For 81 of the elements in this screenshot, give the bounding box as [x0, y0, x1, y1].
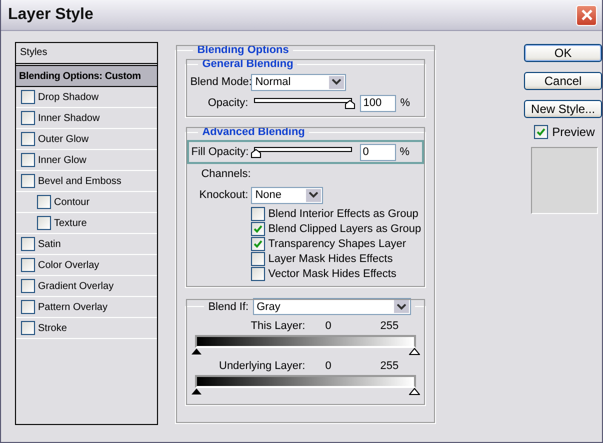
style-list-item[interactable]: Color Overlay — [38, 260, 100, 270]
style-list-item[interactable]: Blending Options: Custom — [16, 66, 158, 87]
slider-thumb[interactable] — [409, 348, 420, 355]
ramp-value: 0 — [325, 320, 332, 334]
dropdown-button[interactable] — [328, 74, 346, 90]
checkbox[interactable] — [251, 222, 266, 236]
group-title: General Blending — [201, 58, 294, 70]
checkbox[interactable] — [251, 252, 266, 266]
caret-icon — [309, 192, 318, 198]
group-title: Advanced Blending — [201, 126, 306, 138]
checkbox[interactable] — [21, 321, 35, 335]
style-list-item[interactable]: Inner Glow — [38, 154, 86, 166]
checkbox[interactable] — [21, 132, 35, 146]
style-list-item[interactable]: Contour — [54, 196, 90, 208]
checkbox[interactable] — [251, 236, 266, 250]
checkbox[interactable] — [21, 153, 35, 167]
ramp-value: 255 — [380, 320, 400, 334]
caret-icon — [332, 79, 342, 85]
style-list-item[interactable]: Pattern Overlay — [38, 302, 108, 312]
checkbox[interactable] — [21, 174, 35, 188]
checkbox[interactable] — [21, 237, 35, 251]
dropdown-button[interactable] — [392, 299, 410, 314]
checkbox[interactable] — [21, 279, 35, 293]
close-button[interactable] — [576, 4, 597, 26]
blend-if-dropdown[interactable]: Gray — [252, 298, 411, 315]
option-label: Vector Mask Hides Effects — [268, 268, 396, 280]
caret-icon — [396, 304, 406, 310]
dialog-button[interactable]: OK — [524, 44, 602, 62]
checkmark-icon — [253, 238, 264, 248]
field-label: Knockout: — [198, 189, 248, 201]
style-list-item[interactable]: Inner Shadow — [38, 112, 100, 124]
number-field[interactable]: 100 — [360, 94, 396, 112]
ramp-value: 0 — [325, 360, 332, 374]
dialog-button[interactable]: New Style... — [524, 100, 602, 118]
unit-label: % — [400, 97, 410, 109]
field-label: Blend Mode: — [190, 76, 248, 88]
group-title: Blending Options — [196, 44, 290, 56]
slider-thumb[interactable] — [250, 149, 261, 158]
close-icon — [580, 9, 592, 21]
preview-swatch — [531, 147, 598, 214]
field-label: Blend If: — [208, 300, 249, 312]
knockout-dropdown[interactable]: None — [251, 186, 324, 204]
checkbox[interactable] — [21, 90, 35, 104]
blend-mode-dropdown[interactable]: Normal — [251, 74, 346, 90]
slider-thumb[interactable] — [409, 388, 420, 395]
style-list-item[interactable]: Gradient Overlay — [38, 280, 114, 292]
number-field[interactable]: 0 — [360, 144, 396, 160]
checkbox[interactable] — [534, 125, 548, 139]
dropdown-button[interactable] — [305, 188, 322, 202]
style-list-item[interactable]: Outer Glow — [38, 134, 89, 144]
checkbox[interactable] — [21, 111, 35, 125]
dialog-button[interactable]: Cancel — [524, 72, 602, 90]
checkbox[interactable] — [251, 266, 266, 280]
checkbox[interactable] — [251, 206, 266, 220]
option-label: Blend Interior Effects as Group — [268, 208, 418, 220]
slider[interactable] — [251, 97, 356, 109]
style-list-item[interactable]: Satin — [38, 238, 61, 250]
unit-label: % — [400, 146, 410, 158]
field-label: Fill Opacity: — [191, 146, 249, 158]
style-list-item[interactable]: Bevel and Emboss — [38, 176, 122, 186]
style-list-item[interactable]: Drop Shadow — [38, 92, 99, 102]
style-list-item[interactable]: Stroke — [38, 322, 67, 334]
option-label: Transparency Shapes Layer — [268, 238, 406, 250]
slider-thumb[interactable] — [191, 348, 202, 355]
ramp-label: This Layer: — [250, 320, 306, 334]
checkbox[interactable] — [21, 258, 35, 272]
option-label: Blend Clipped Layers as Group — [268, 222, 422, 234]
style-list-item[interactable]: Texture — [54, 218, 87, 228]
option-label: Layer Mask Hides Effects — [268, 252, 393, 264]
checkmark-icon — [253, 224, 264, 234]
window-title: Layer Style — [8, 6, 94, 24]
checkbox[interactable] — [21, 300, 35, 314]
ramp-label: Underlying Layer: — [218, 360, 306, 374]
checkbox[interactable] — [37, 216, 51, 230]
checkbox[interactable] — [37, 195, 51, 209]
ramp-value: 255 — [380, 360, 400, 374]
field-label: Opacity: — [206, 97, 248, 109]
preview-label: Preview — [552, 125, 595, 139]
checkmark-icon — [536, 127, 546, 137]
slider-thumb[interactable] — [191, 388, 202, 395]
field-label: Channels: — [201, 168, 251, 180]
